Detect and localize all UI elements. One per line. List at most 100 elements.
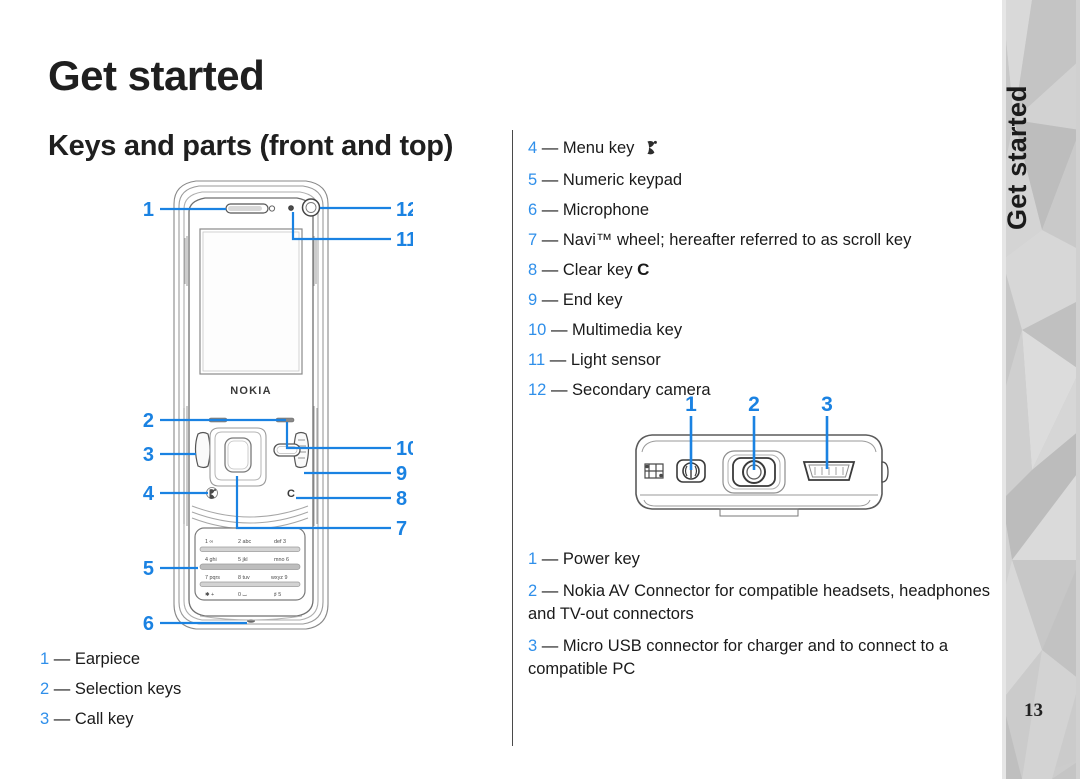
list-item: 9 — End key xyxy=(528,285,988,315)
item-label: Power key xyxy=(562,550,640,568)
list-item: 3 — Call key xyxy=(40,704,480,734)
item-dash: — xyxy=(541,201,559,219)
clear-key-symbol: C xyxy=(637,260,650,279)
call-key xyxy=(194,431,211,469)
svg-text:wxyz 9: wxyz 9 xyxy=(270,575,287,581)
item-label: Numeric keypad xyxy=(562,171,683,189)
list-item: 8 — Clear key C xyxy=(528,255,988,285)
list-item: 4 — Menu key xyxy=(528,133,988,165)
item-number: 11 xyxy=(528,351,546,369)
svg-text:def 3: def 3 xyxy=(274,539,286,545)
item-dash: — xyxy=(53,710,71,728)
numeric-keypad: 1 ∞ 2 abc def 3 4 ghi 5 jkl mno 6 7 pqrs… xyxy=(194,527,306,601)
item-dash: — xyxy=(550,381,568,399)
svg-text:9: 9 xyxy=(396,463,407,485)
phone-display xyxy=(199,228,303,375)
front-keys-list-left: 1 — Earpiece 2 — Selection keys 3 — Call… xyxy=(40,644,480,734)
svg-text:12: 12 xyxy=(396,199,413,221)
svg-text:4 ghi: 4 ghi xyxy=(205,557,217,563)
item-number: 4 xyxy=(528,139,538,157)
svg-text:✱ +: ✱ + xyxy=(205,592,214,598)
clear-key: C xyxy=(287,488,295,500)
list-item: 2 — Selection keys xyxy=(40,674,480,704)
item-dash: — xyxy=(541,582,559,600)
light-sensor-dot xyxy=(288,205,294,211)
item-dash: — xyxy=(541,291,559,309)
svg-text:2: 2 xyxy=(143,410,154,432)
svg-text:♯ 5: ♯ 5 xyxy=(274,592,281,598)
nokia-brand-label: NOKIA xyxy=(230,385,271,397)
list-item: 1 — Earpiece xyxy=(40,644,480,674)
svg-text:7: 7 xyxy=(396,518,407,540)
page-title: Get started xyxy=(48,52,265,99)
item-dash: — xyxy=(549,351,567,369)
item-number: 3 xyxy=(528,637,538,655)
item-number: 2 xyxy=(528,582,538,600)
list-item: 10 — Multimedia key xyxy=(528,315,988,345)
svg-text:10: 10 xyxy=(396,438,413,460)
svg-text:5 jkl: 5 jkl xyxy=(238,557,248,563)
svg-text:2 abc: 2 abc xyxy=(238,539,251,545)
secondary-camera-lens xyxy=(301,198,321,217)
svg-text:6: 6 xyxy=(143,613,154,635)
list-item: 12 — Secondary camera xyxy=(528,375,988,405)
item-number: 9 xyxy=(528,291,538,309)
item-number: 3 xyxy=(40,710,50,728)
item-label: Earpiece xyxy=(74,650,140,668)
item-dash: — xyxy=(541,139,559,157)
phone-top-diagram: 1 2 3 xyxy=(620,392,920,542)
item-label: Secondary camera xyxy=(572,381,711,399)
menu-key xyxy=(206,487,218,499)
item-label: Selection keys xyxy=(74,680,182,698)
column-divider xyxy=(512,130,513,746)
svg-text:0 ⌴: 0 ⌴ xyxy=(238,592,247,598)
front-keys-list-right: 4 — Menu key 5 — Numeric keypad 6 — Micr… xyxy=(528,133,988,405)
section-heading: Keys and parts (front and top) xyxy=(48,130,454,162)
list-item: 7 — Navi™ wheel; hereafter referred to a… xyxy=(528,225,988,255)
svg-text:5: 5 xyxy=(143,558,154,580)
side-nub xyxy=(881,461,889,483)
list-item: 1 — Power key xyxy=(528,548,998,571)
item-dash: — xyxy=(541,637,559,655)
svg-text:8 tuv: 8 tuv xyxy=(238,575,250,581)
item-number: 1 xyxy=(528,550,538,568)
nokia-menu-icon xyxy=(644,135,660,165)
item-label: Nokia AV Connector for compatible headse… xyxy=(528,582,991,623)
page-number: 13 xyxy=(1024,700,1043,721)
list-item: 2 — Nokia AV Connector for compatible he… xyxy=(528,580,998,626)
svg-text:4: 4 xyxy=(143,483,155,505)
list-item: 6 — Microphone xyxy=(528,195,988,225)
item-dash: — xyxy=(53,680,71,698)
item-number: 8 xyxy=(528,261,538,279)
item-dash: — xyxy=(550,321,568,339)
item-dash: — xyxy=(53,650,71,668)
sidebar-chapter-label: Get started xyxy=(1002,85,1032,230)
item-number: 7 xyxy=(528,231,538,249)
phone-front-diagram: NOKIA C 1 ∞ 2 abc def 3 4 ghi 5 jkl mno … xyxy=(138,176,413,646)
item-number: 10 xyxy=(528,321,547,339)
top-keys-list: 1 — Power key 2 — Nokia AV Connector for… xyxy=(528,548,998,690)
micro-usb-connector xyxy=(802,461,856,481)
item-label: Microphone xyxy=(562,201,650,219)
svg-text:3: 3 xyxy=(143,444,154,466)
item-label: Menu key xyxy=(562,139,635,157)
item-label: Navi™ wheel; hereafter referred to as sc… xyxy=(562,231,912,249)
item-number: 1 xyxy=(40,650,50,668)
item-number: 2 xyxy=(40,680,50,698)
list-item: 11 — Light sensor xyxy=(528,345,988,375)
item-label: Micro USB connector for charger and to c… xyxy=(528,637,949,678)
item-number: 6 xyxy=(528,201,538,219)
item-label: Multimedia key xyxy=(572,321,683,339)
list-item: 3 — Micro USB connector for charger and … xyxy=(528,635,998,681)
item-dash: — xyxy=(541,171,559,189)
item-label: Light sensor xyxy=(570,351,661,369)
svg-text:1 ∞: 1 ∞ xyxy=(205,539,213,545)
svg-text:mno 6: mno 6 xyxy=(274,557,289,563)
item-label: Clear key xyxy=(562,261,633,279)
list-item: 5 — Numeric keypad xyxy=(528,165,988,195)
item-label: Call key xyxy=(74,710,134,728)
item-dash: — xyxy=(541,231,559,249)
svg-text:7 pqrs: 7 pqrs xyxy=(205,575,220,581)
phone-front-illustration: NOKIA C 1 ∞ 2 abc def 3 4 ghi 5 jkl mno … xyxy=(143,180,413,635)
item-number: 12 xyxy=(528,381,547,399)
